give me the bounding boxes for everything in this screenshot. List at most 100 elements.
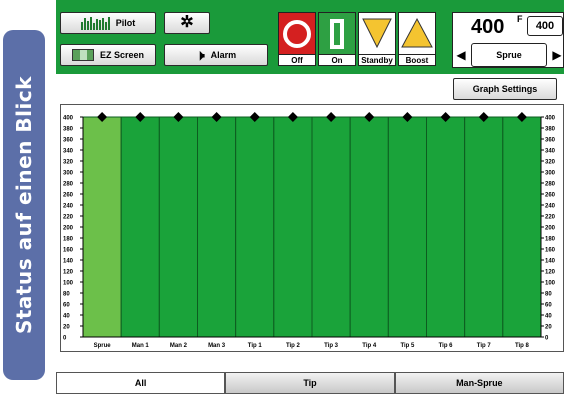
y-tick-label-right: 380 <box>545 127 556 133</box>
alarm-button[interactable]: 🕨 Alarm <box>164 44 268 66</box>
bar <box>82 116 122 338</box>
bar-graph-icon <box>80 16 110 30</box>
y-tick-label-right: 240 <box>545 204 556 210</box>
x-tick-label: Tip 5 <box>400 343 415 349</box>
y-tick-label-right: 400 <box>545 116 556 122</box>
bar <box>387 116 428 338</box>
y-tick-label-left: 40 <box>63 314 70 320</box>
y-tick-label-right: 320 <box>545 160 556 166</box>
graph-settings-label: Graph Settings <box>472 84 538 94</box>
y-tick-label-left: 260 <box>63 193 74 199</box>
y-tick-label-left: 180 <box>63 237 74 243</box>
boost-label: Boost <box>399 54 435 65</box>
arrow-left-icon: ◀ <box>456 48 466 62</box>
y-tick-label-left: 280 <box>63 182 74 188</box>
x-tick-label: Man 2 <box>170 343 188 349</box>
triangle-up-icon <box>401 17 433 48</box>
x-tick-label: Tip 2 <box>286 343 301 349</box>
y-tick-label-right: 80 <box>545 292 552 298</box>
screen-icon <box>71 49 94 61</box>
ez-screen-label: EZ Screen <box>99 50 145 60</box>
settings-button[interactable]: ✲ <box>164 12 210 34</box>
y-tick-label-left: 300 <box>63 171 74 177</box>
y-tick-label-left: 100 <box>63 281 74 287</box>
x-tick-label: Tip 8 <box>515 343 530 349</box>
bar <box>426 116 466 338</box>
bar <box>235 116 275 338</box>
y-tick-label-right: 40 <box>545 314 552 320</box>
on-button[interactable]: On <box>318 12 356 66</box>
y-tick-label-right: 300 <box>545 171 556 177</box>
standby-button[interactable]: Standby <box>358 12 396 66</box>
bar <box>158 116 199 338</box>
pilot-label: Pilot <box>115 18 136 28</box>
triangle-down-icon <box>362 18 392 49</box>
pilot-button[interactable]: Pilot <box>60 12 156 34</box>
y-tick-label-left: 160 <box>63 248 74 254</box>
tab-tip[interactable]: Tip <box>225 372 395 394</box>
y-tick-label-left: 340 <box>63 149 74 155</box>
controller-panel: Pilot ✲ EZ Screen 🕨 Alarm Off On Standby… <box>56 0 564 394</box>
ez-screen-button[interactable]: EZ Screen <box>60 44 156 66</box>
tab-man-sprue[interactable]: Man-Sprue <box>394 372 564 394</box>
y-tick-label-right: 120 <box>545 270 556 276</box>
speaker-icon: 🕨 <box>195 47 205 63</box>
off-button[interactable]: Off <box>278 12 316 66</box>
side-badge-text: Status auf einen Blick <box>12 75 36 335</box>
gear-icon: ✲ <box>180 14 194 31</box>
setpoint-secondary-field[interactable]: 400 <box>527 16 563 36</box>
graph-settings-button[interactable]: Graph Settings <box>453 78 557 100</box>
chart-svg: 0 0 20 20 40 40 60 60 80 80 100 100 120 120 140 140 160 1… <box>63 112 556 349</box>
bar <box>502 116 542 338</box>
zone-next-button[interactable]: ▶ <box>549 43 564 67</box>
x-tick-label: Man 3 <box>208 343 226 349</box>
x-tick-label: Tip 4 <box>362 343 377 349</box>
y-tick-label-left: 220 <box>63 215 74 221</box>
y-tick-label-right: 260 <box>545 193 556 199</box>
y-tick-label-left: 400 <box>63 116 74 122</box>
bar <box>197 116 237 338</box>
tab-tip-label: Tip <box>303 378 317 388</box>
arrow-right-icon: ▶ <box>552 48 562 62</box>
y-tick-label-left: 200 <box>63 226 74 232</box>
zone-prev-button[interactable]: ◀ <box>453 43 469 67</box>
on-label: On <box>319 54 355 65</box>
power-off-icon <box>283 20 311 48</box>
y-tick-label-left: 140 <box>63 259 74 265</box>
setpoint-value[interactable]: 400 <box>471 16 504 39</box>
tab-all[interactable]: All <box>56 372 226 394</box>
y-tick-label-right: 0 <box>545 336 549 342</box>
y-tick-label-right: 100 <box>545 281 556 287</box>
bar <box>349 116 389 338</box>
x-tick-label: Man 1 <box>132 343 150 349</box>
y-tick-label-right: 160 <box>545 248 556 254</box>
y-tick-label-right: 180 <box>545 237 556 243</box>
y-tick-label-left: 380 <box>63 127 74 133</box>
off-label: Off <box>279 54 315 65</box>
zone-label[interactable]: Sprue <box>471 43 547 67</box>
tab-all-label: All <box>134 378 147 388</box>
y-tick-label-right: 140 <box>545 259 556 265</box>
y-tick-label-right: 280 <box>545 182 556 188</box>
y-tick-label-right: 200 <box>545 226 556 232</box>
x-tick-label: Tip 3 <box>324 343 339 349</box>
y-tick-label-left: 320 <box>63 160 74 166</box>
standby-label: Standby <box>359 54 395 65</box>
y-tick-label-left: 120 <box>63 270 74 276</box>
y-tick-label-left: 80 <box>63 292 70 298</box>
setpoint-unit: F <box>517 14 523 24</box>
setpoint-panel: 400 F 400 ◀ Sprue ▶ <box>452 12 564 68</box>
x-tick-label: Tip 1 <box>248 343 263 349</box>
y-tick-label-right: 360 <box>545 138 556 144</box>
power-on-icon <box>330 19 344 49</box>
bar <box>120 116 160 338</box>
x-tick-label: Tip 6 <box>439 343 454 349</box>
boost-button[interactable]: Boost <box>398 12 436 66</box>
tab-man-sprue-label: Man-Sprue <box>456 378 503 388</box>
y-tick-label-right: 60 <box>545 303 552 309</box>
top-toolbar: Pilot ✲ EZ Screen 🕨 Alarm Off On Standby… <box>56 0 564 74</box>
y-tick-label-right: 20 <box>545 325 552 331</box>
x-tick-label: Sprue <box>94 343 112 349</box>
y-tick-label-right: 340 <box>545 149 556 155</box>
y-tick-label-left: 0 <box>63 336 67 342</box>
